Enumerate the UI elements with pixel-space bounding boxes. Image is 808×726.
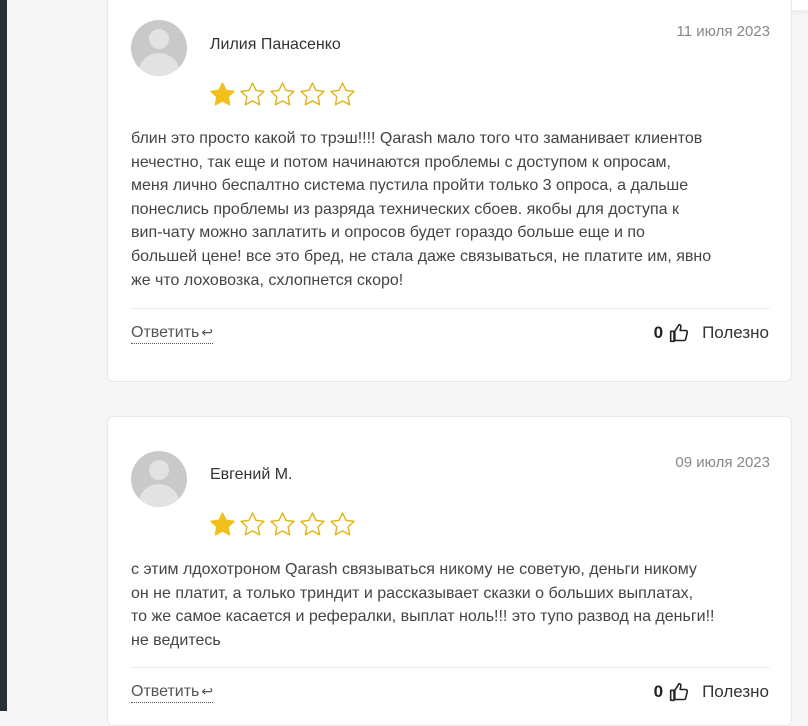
reply-label: Ответить: [131, 683, 200, 700]
avatar-head-shape: [149, 460, 169, 480]
review-date: 09 июля 2023: [675, 454, 770, 471]
reply-label: Ответить: [131, 324, 200, 341]
star-empty-icon: [330, 512, 355, 536]
helpful-label: Полезно: [702, 323, 769, 342]
review-card: Лилия Панасенко 11 июля 2023 блин это пр…: [107, 0, 792, 382]
star-empty-icon: [300, 512, 325, 536]
review-text: с этим лдохотроном Qarash связываться ни…: [131, 561, 715, 649]
star-filled-icon: [210, 82, 235, 106]
avatar-body-shape: [138, 484, 180, 507]
avatar-head-shape: [149, 29, 169, 49]
star-empty-icon: [240, 82, 265, 106]
star-rating: [209, 511, 356, 538]
review-card: Евгений М. 09 июля 2023 с этим лдохотрон…: [107, 416, 792, 726]
avatar-body-shape: [138, 53, 180, 76]
helpful-button[interactable]: 0 Полезно: [654, 682, 769, 702]
star-empty-icon: [240, 512, 265, 536]
review-text: блин это просто какой то трэш!!!! Qarash…: [131, 130, 712, 289]
thumbs-up-icon: [669, 323, 689, 343]
helpful-count: 0: [653, 323, 664, 342]
avatar: [131, 451, 187, 507]
helpful-label: Полезно: [702, 682, 769, 701]
avatar: [131, 20, 187, 76]
star-filled-icon: [210, 512, 235, 536]
left-scroll-rail: [0, 0, 7, 711]
thumbs-up-icon: [669, 682, 689, 702]
reply-button[interactable]: Ответить ↩: [131, 324, 214, 344]
reply-button[interactable]: Ответить ↩: [131, 683, 214, 703]
star-empty-icon: [300, 82, 325, 106]
star-rating: [209, 81, 356, 108]
review-author: Евгений М.: [210, 466, 293, 483]
star-empty-icon: [330, 82, 355, 106]
review-date: 11 июля 2023: [676, 23, 770, 40]
helpful-count: 0: [653, 682, 664, 701]
reply-arrow-icon: ↩: [201, 683, 214, 699]
divider: [131, 667, 770, 668]
helpful-button[interactable]: 0 Полезно: [654, 323, 769, 343]
star-empty-icon: [270, 512, 295, 536]
divider: [131, 308, 770, 309]
review-author: Лилия Панасенко: [210, 36, 341, 53]
reply-arrow-icon: ↩: [201, 324, 214, 340]
star-empty-icon: [270, 82, 295, 106]
